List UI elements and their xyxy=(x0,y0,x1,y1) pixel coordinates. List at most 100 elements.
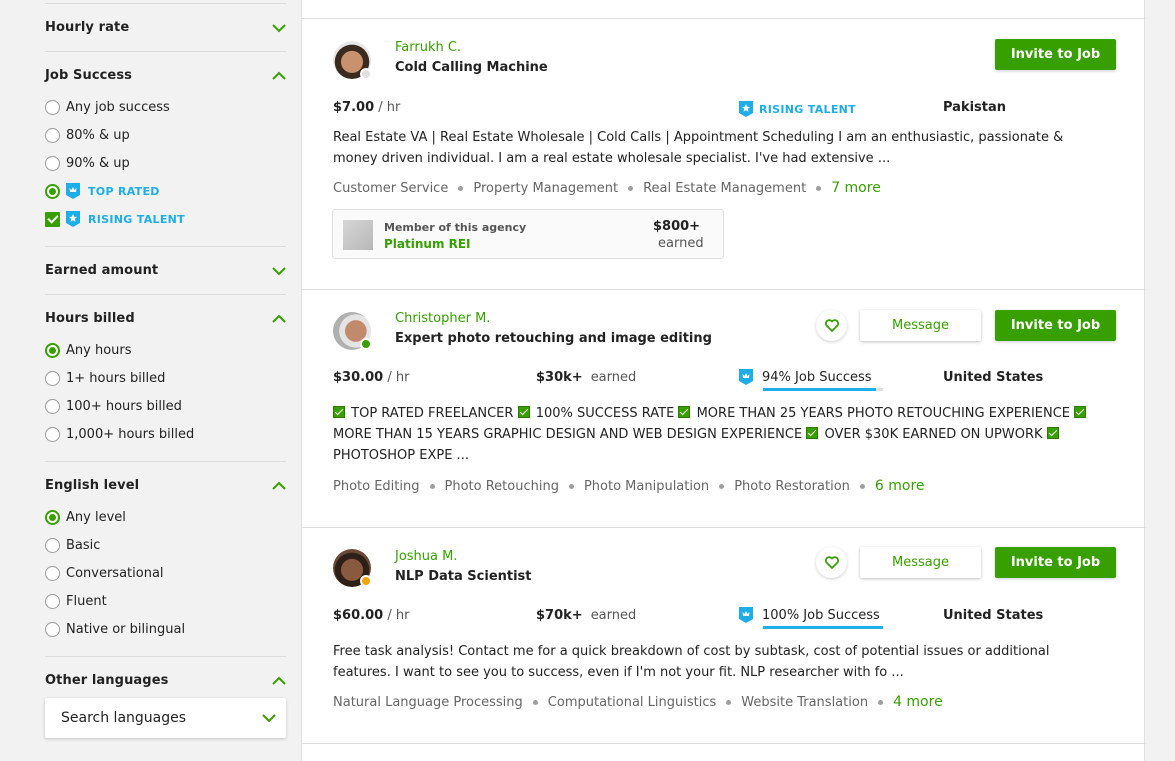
english-option-conversational[interactable]: Conversational xyxy=(45,559,286,587)
save-favorite-button[interactable] xyxy=(816,547,847,578)
radio-button-selected[interactable] xyxy=(45,342,60,358)
job-success-option-any[interactable]: Any job success xyxy=(45,93,286,121)
radio-button-selected[interactable] xyxy=(45,183,60,199)
skill-tag[interactable]: Real Estate Management xyxy=(643,181,806,196)
skill-tag[interactable]: Photo Retouching xyxy=(445,479,559,494)
heart-icon xyxy=(824,319,839,332)
chevron-up-icon[interactable] xyxy=(272,674,286,688)
freelancer-name[interactable]: Joshua M. xyxy=(395,549,458,564)
agency-membership-box[interactable]: Member of this agency Platinum REI $800+… xyxy=(332,209,724,259)
skill-tag[interactable]: Property Management xyxy=(473,181,618,196)
rate-value: $7.00 xyxy=(333,100,375,115)
radio-button[interactable] xyxy=(45,398,60,414)
radio-button[interactable] xyxy=(45,426,60,442)
chevron-down-icon[interactable] xyxy=(262,711,276,725)
job-success-option-90[interactable]: 90% & up xyxy=(45,149,286,177)
message-button[interactable]: Message xyxy=(860,310,981,341)
chevron-up-icon[interactable] xyxy=(272,69,286,83)
filter-other-languages-header[interactable]: Other languages xyxy=(45,657,286,704)
filter-english-level-header[interactable]: English level xyxy=(45,462,286,509)
filter-hours-billed-header[interactable]: Hours billed xyxy=(45,295,286,342)
filter-hours-billed: Hours billed Any hours 1+ hours billed 1… xyxy=(45,294,286,461)
checkmark-emoji-icon xyxy=(806,427,819,439)
english-option-native[interactable]: Native or bilingual xyxy=(45,615,286,643)
more-skills-link[interactable]: 4 more xyxy=(893,694,943,710)
skill-tag[interactable]: Natural Language Processing xyxy=(333,695,523,710)
rising-talent-badge-icon xyxy=(66,211,80,227)
freelancer-card: Joshua M. NLP Data Scientist Message Inv… xyxy=(302,527,1146,743)
hours-option-1[interactable]: 1+ hours billed xyxy=(45,364,286,392)
more-skills-link[interactable]: 7 more xyxy=(831,180,881,196)
freelancer-results-list: Farrukh C. Cold Calling Machine Invite t… xyxy=(301,0,1146,761)
radio-button-selected[interactable] xyxy=(45,509,60,525)
english-option-basic[interactable]: Basic xyxy=(45,531,286,559)
job-success-bar xyxy=(763,626,883,629)
english-option-fluent[interactable]: Fluent xyxy=(45,587,286,615)
filter-hourly-rate: Hourly rate xyxy=(45,3,286,51)
description-item: MORE THAN 25 YEARS PHOTO RETOUCHING EXPE… xyxy=(696,406,1071,421)
hours-option-1000[interactable]: 1,000+ hours billed xyxy=(45,420,286,448)
top-rated-badge-icon xyxy=(739,369,753,385)
option-label: Basic xyxy=(66,537,101,553)
radio-button[interactable] xyxy=(45,565,60,581)
hours-option-any[interactable]: Any hours xyxy=(45,336,286,364)
freelancer-name[interactable]: Christopher M. xyxy=(395,311,490,326)
description-item: PHOTOSHOP EXPE ... xyxy=(333,448,469,463)
skill-tag[interactable]: Photo Restoration xyxy=(734,479,850,494)
filter-job-success-header[interactable]: Job Success xyxy=(45,52,286,99)
separator-dot xyxy=(532,699,538,705)
radio-button[interactable] xyxy=(45,593,60,609)
skill-tag[interactable]: Customer Service xyxy=(333,181,448,196)
separator-dot xyxy=(429,483,435,489)
freelancer-description: Free task analysis! Contact me for a qui… xyxy=(333,644,1050,680)
skill-tag[interactable]: Website Translation xyxy=(741,695,868,710)
radio-button[interactable] xyxy=(45,127,60,143)
chevron-down-icon[interactable] xyxy=(272,21,286,35)
hours-option-100[interactable]: 100+ hours billed xyxy=(45,392,286,420)
checkmark-emoji-icon xyxy=(1074,406,1087,418)
job-success-label: 100% Job Success xyxy=(762,607,880,623)
job-success-option-rising-talent[interactable]: RISING TALENT xyxy=(45,205,286,233)
english-option-any[interactable]: Any level xyxy=(45,503,286,531)
skill-tag[interactable]: Computational Linguistics xyxy=(548,695,716,710)
message-button[interactable]: Message xyxy=(860,547,981,578)
job-success-option-top-rated[interactable]: TOP RATED xyxy=(45,177,286,205)
radio-button[interactable] xyxy=(45,621,60,637)
chevron-down-icon[interactable] xyxy=(272,264,286,278)
agency-name-link[interactable]: Platinum REI xyxy=(384,237,471,251)
invite-to-job-button[interactable]: Invite to Job xyxy=(995,310,1116,341)
separator-dot xyxy=(816,185,822,191)
total-earned: $70k+ earned xyxy=(536,608,636,623)
freelancer-name[interactable]: Farrukh C. xyxy=(395,40,461,55)
earned-label: earned xyxy=(590,370,637,385)
filter-title: English level xyxy=(45,478,140,493)
separator-dot xyxy=(568,483,574,489)
option-label: Any hours xyxy=(66,342,132,358)
skill-tag[interactable]: Photo Editing xyxy=(333,479,420,494)
language-search-dropdown[interactable]: Search languages xyxy=(45,698,286,738)
invite-to-job-button[interactable]: Invite to Job xyxy=(995,39,1116,70)
job-success-score: 94% Job Success xyxy=(739,369,883,391)
job-success-bar-fill xyxy=(763,388,876,391)
filter-earned-amount-header[interactable]: Earned amount xyxy=(45,247,286,294)
filter-hourly-rate-header[interactable]: Hourly rate xyxy=(45,4,286,51)
total-earned: $30k+ earned xyxy=(536,370,636,385)
option-label: Any job success xyxy=(66,99,170,115)
more-skills-link[interactable]: 6 more xyxy=(875,478,925,494)
radio-button[interactable] xyxy=(45,537,60,553)
skills-list: Photo Editing Photo Retouching Photo Man… xyxy=(333,478,925,494)
radio-button[interactable] xyxy=(45,99,60,115)
radio-button[interactable] xyxy=(45,370,60,386)
chevron-up-icon[interactable] xyxy=(272,312,286,326)
option-label: 80% & up xyxy=(66,127,130,143)
radio-button[interactable] xyxy=(45,155,60,171)
invite-to-job-button[interactable]: Invite to Job xyxy=(995,547,1116,578)
checkbox-checked[interactable] xyxy=(45,211,60,227)
filters-sidebar: Hourly rate Job Success Any job success … xyxy=(45,0,286,738)
option-label: Any level xyxy=(66,509,126,525)
chevron-up-icon[interactable] xyxy=(272,479,286,493)
filter-title: Hourly rate xyxy=(45,20,130,35)
skill-tag[interactable]: Photo Manipulation xyxy=(584,479,709,494)
job-success-option-80[interactable]: 80% & up xyxy=(45,121,286,149)
save-favorite-button[interactable] xyxy=(816,310,847,341)
